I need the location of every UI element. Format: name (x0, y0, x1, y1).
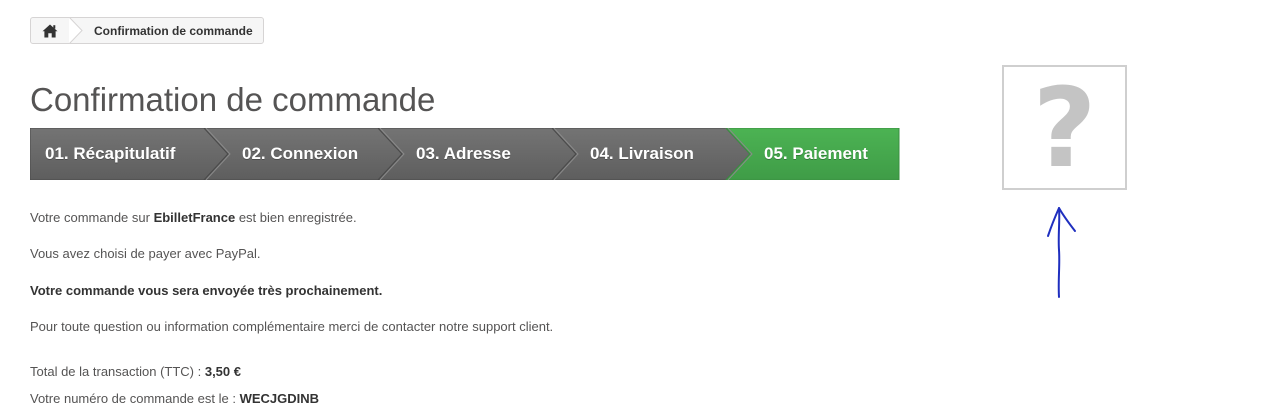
step-5-paiement: 05. Paiement (764, 144, 868, 163)
home-icon (42, 24, 58, 37)
step-1-recapitulatif[interactable]: 01. Récapitulatif (45, 128, 175, 180)
shop-name: EbilletFrance (153, 210, 236, 225)
order-reference-value: WECJGDINB (239, 391, 320, 406)
step-2-connexion[interactable]: 02. Connexion (242, 128, 358, 180)
shipping-notice-text: Votre commande vous sera envoyée très pr… (30, 283, 383, 298)
step-3-adresse[interactable]: 03. Adresse (416, 128, 511, 180)
payment-method-text: Vous avez choisi de payer avec PayPal. (30, 246, 261, 261)
hand-drawn-arrow-up-icon (1047, 207, 1076, 298)
breadcrumb-current: Confirmation de commande (94, 23, 253, 38)
transaction-total-value: 3,50 € (204, 364, 241, 379)
order-steps: 01. Récapitulatif 02. Connexion 03. Adre… (30, 128, 900, 180)
question-mark-icon: ? (1032, 63, 1097, 192)
order-registered-text: Votre commande sur EbilletFrance est bie… (30, 210, 357, 225)
breadcrumb: Confirmation de commande (30, 17, 264, 44)
payment-image-placeholder: ? (1002, 65, 1127, 190)
page-title: Confirmation de commande (30, 81, 436, 118)
transaction-total: Total de la transaction (TTC) : 3,50 € (30, 364, 241, 379)
breadcrumb-home-link[interactable] (31, 18, 69, 43)
step-4-livraison[interactable]: 04. Livraison (590, 128, 694, 180)
order-reference: Votre numéro de commande est le : WECJGD… (30, 391, 320, 406)
support-contact-text: Pour toute question ou information compl… (30, 319, 554, 334)
